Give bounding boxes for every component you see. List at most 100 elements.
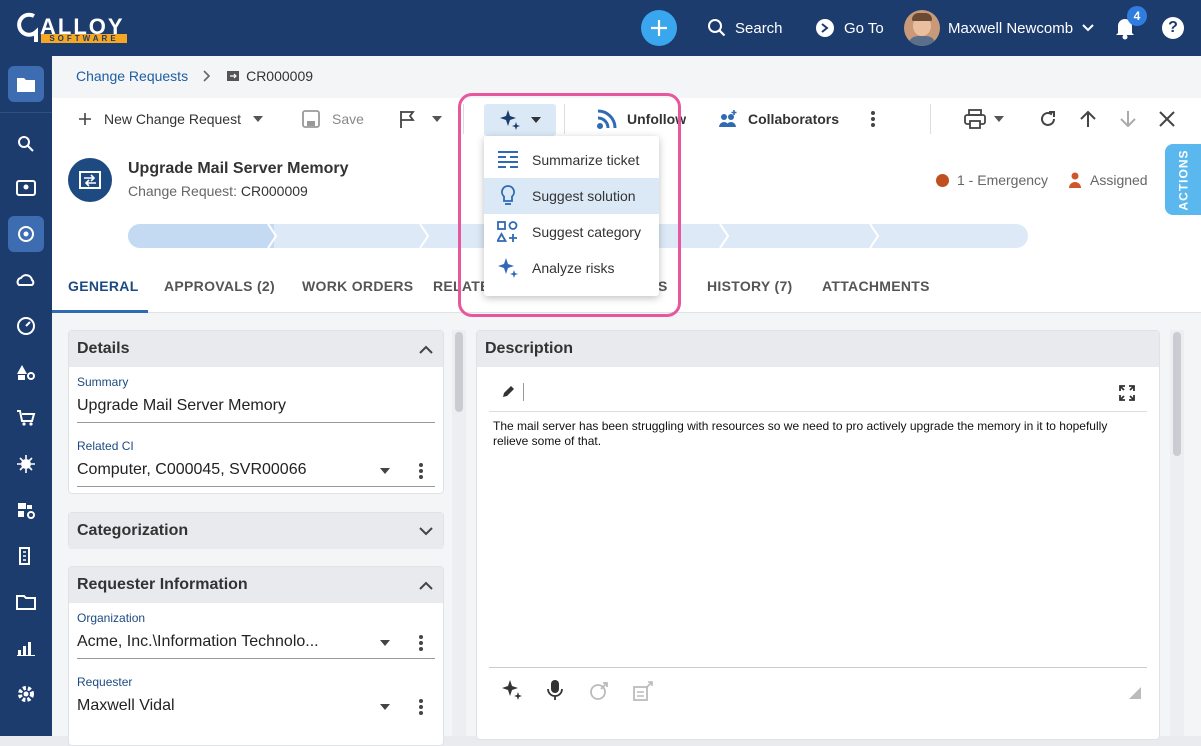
caret-down-icon[interactable] <box>380 704 390 710</box>
details-header[interactable]: Details <box>69 331 443 367</box>
tab-work-orders[interactable]: WORK ORDERS <box>302 278 413 294</box>
sparkle-icon[interactable] <box>501 679 523 701</box>
related-ci-field[interactable]: Computer, C000045, SVR00066 <box>77 461 306 479</box>
arrow-down-icon <box>1120 111 1136 128</box>
save-label: Save <box>332 111 364 127</box>
folder-outline-icon <box>16 595 36 610</box>
previous-record-button[interactable] <box>1079 110 1097 128</box>
gear-icon <box>18 686 34 702</box>
categorization-panel[interactable]: Categorization <box>68 512 444 549</box>
description-panel: Description The mail server has been str… <box>476 330 1160 740</box>
save-button[interactable]: Save <box>302 108 364 130</box>
actions-label: ACTIONS <box>1176 149 1190 210</box>
cart-icon <box>17 410 36 426</box>
close-button[interactable] <box>1159 111 1175 127</box>
description-text[interactable]: The mail server has been struggling with… <box>493 419 1133 449</box>
sidebar-item-folder[interactable] <box>8 66 44 102</box>
sidebar-item-service[interactable] <box>8 262 44 298</box>
unfollow-button[interactable]: Unfollow <box>596 108 686 130</box>
requester-label: Requester <box>77 675 133 689</box>
next-record-button[interactable] <box>1119 110 1137 128</box>
search-button[interactable]: Search <box>707 18 783 38</box>
goto-button[interactable]: Go To <box>815 18 884 38</box>
search-icon <box>708 19 726 37</box>
tab-attachments[interactable]: ATTACHMENTS <box>822 278 930 294</box>
logo-subtext: SOFTWARE <box>41 34 127 43</box>
details-panel: Details Summary Upgrade Mail Server Memo… <box>68 330 444 494</box>
priority-label: 1 - Emergency <box>957 172 1049 188</box>
right-scrollbar-thumb[interactable] <box>1173 332 1181 456</box>
user-menu[interactable]: Maxwell Newcomb <box>904 10 1095 46</box>
resize-handle-icon[interactable] <box>1129 687 1141 699</box>
refresh-button[interactable] <box>1039 110 1057 128</box>
menu-item-analyze-risks[interactable]: Analyze risks <box>484 250 659 286</box>
tab-related[interactable]: RELATE <box>433 278 490 294</box>
sidebar-item-assets[interactable] <box>8 354 44 390</box>
organization-label: Organization <box>77 611 146 625</box>
insert-text-icon[interactable] <box>633 681 653 701</box>
organization-field[interactable]: Acme, Inc.\Information Technolo... <box>77 633 319 651</box>
caret-down-icon[interactable] <box>380 640 390 646</box>
flag-button[interactable] <box>398 108 442 130</box>
chevron-down-icon <box>1082 24 1094 32</box>
more-vertical-icon[interactable] <box>418 634 424 652</box>
sidebar-item-settings[interactable] <box>8 676 44 712</box>
goto-icon <box>816 19 834 37</box>
refresh-icon <box>1041 111 1055 126</box>
sidebar-item-search[interactable] <box>8 126 44 162</box>
related-ci-label: Related CI <box>77 439 134 453</box>
sidebar-item-change[interactable] <box>8 216 44 252</box>
collaborators-button[interactable]: Collaborators <box>718 108 839 130</box>
more-button[interactable] <box>870 110 876 128</box>
tab-history[interactable]: HISTORY (7) <box>707 278 793 294</box>
more-vertical-icon[interactable] <box>418 462 424 480</box>
rewrite-icon[interactable] <box>589 681 609 701</box>
more-vertical-icon <box>871 111 875 127</box>
print-icon <box>964 109 986 129</box>
microphone-icon[interactable] <box>547 679 563 701</box>
sidebar-item-organizations[interactable] <box>8 538 44 574</box>
goto-label: Go To <box>844 19 884 37</box>
sidebar-item-purchasing[interactable] <box>8 400 44 436</box>
chevron-down-icon <box>419 526 433 535</box>
sidebar-item-reports[interactable] <box>8 630 44 666</box>
status-indicator: Assigned <box>1068 171 1148 189</box>
help-icon[interactable]: ? <box>1162 17 1184 39</box>
menu-item-summarize[interactable]: Summarize ticket <box>484 142 659 178</box>
menu-item-suggest-category[interactable]: Suggest category <box>484 214 659 250</box>
expand-icon[interactable] <box>1119 385 1135 401</box>
new-change-request-button[interactable]: New Change Request <box>78 108 263 130</box>
tab-approvals[interactable]: APPROVALS (2) <box>164 278 275 294</box>
sidebar-item-software[interactable] <box>8 446 44 482</box>
caret-down-icon[interactable] <box>380 468 390 474</box>
print-button[interactable] <box>964 109 1004 129</box>
tab-general[interactable]: GENERAL <box>68 278 139 294</box>
actions-tab[interactable]: ACTIONS <box>1165 144 1201 215</box>
right-scrollbar[interactable] <box>1170 330 1184 736</box>
chevron-up-icon <box>419 345 433 354</box>
sidebar-item-tickets[interactable] <box>8 170 44 206</box>
sidebar-item-problems[interactable] <box>8 308 44 344</box>
pencil-icon[interactable] <box>501 385 515 399</box>
unfollow-label: Unfollow <box>627 111 687 127</box>
requester-header[interactable]: Requester Information <box>69 567 443 603</box>
sidebar-item-contracts[interactable] <box>8 492 44 528</box>
requester-field[interactable]: Maxwell Vidal <box>77 697 175 715</box>
categorization-header[interactable]: Categorization <box>69 513 443 549</box>
rss-icon <box>597 109 617 129</box>
more-vertical-icon[interactable] <box>418 698 424 716</box>
menu-item-suggest-solution[interactable]: Suggest solution <box>484 178 659 214</box>
ai-assist-button[interactable] <box>484 104 556 136</box>
bug-icon <box>17 455 35 473</box>
document-gear-icon <box>18 503 35 519</box>
caret-down-icon <box>994 116 1004 122</box>
create-button[interactable] <box>641 10 677 46</box>
summary-label: Summary <box>77 375 129 389</box>
summary-field[interactable]: Upgrade Mail Server Memory <box>77 397 286 415</box>
sidebar-item-files[interactable] <box>8 584 44 620</box>
tab-tasks[interactable]: S <box>658 278 668 294</box>
collaborators-label: Collaborators <box>748 111 840 127</box>
left-scrollbar-thumb[interactable] <box>455 332 463 412</box>
left-scrollbar[interactable] <box>452 330 466 736</box>
breadcrumb-root[interactable]: Change Requests <box>76 68 188 84</box>
